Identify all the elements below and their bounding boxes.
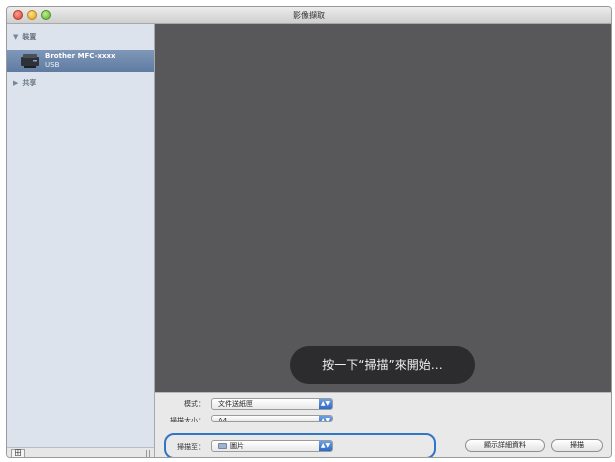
- disclosure-triangle-icon[interactable]: ▼: [13, 33, 18, 41]
- image-capture-window: 影像擷取 ▼ 裝置 Brother MFC-xxxx USB ▶ 共享 田 按一下“…: [6, 6, 612, 458]
- size-popup[interactable]: A4 ▲▼: [211, 415, 333, 422]
- scan-to-label: 掃描至：: [177, 443, 205, 451]
- scan-preview-area: 按一下“掃描”來開始…: [155, 24, 611, 392]
- popup-arrows-icon: ▲▼: [319, 416, 332, 421]
- device-connection: USB: [45, 61, 60, 69]
- scan-to-popup[interactable]: 圖片 ▲▼: [211, 440, 333, 452]
- size-label: 掃描大小：: [170, 417, 205, 422]
- section-label: 共享: [22, 79, 37, 87]
- sidebar-section-devices[interactable]: ▼ 裝置: [13, 32, 36, 42]
- scan-to-value: 圖片: [230, 442, 244, 450]
- show-details-button[interactable]: 顯示詳細資料: [465, 439, 545, 452]
- sidebar-action-button[interactable]: 田: [11, 449, 25, 457]
- device-name: Brother MFC-xxxx: [45, 52, 116, 60]
- scan-button[interactable]: 掃描: [551, 439, 603, 452]
- disclosure-triangle-icon[interactable]: ▶: [13, 79, 18, 87]
- window-title: 影像擷取: [293, 11, 325, 20]
- mode-value: 文件送紙匣: [218, 400, 253, 408]
- sidebar-item-device[interactable]: Brother MFC-xxxx USB: [7, 50, 154, 72]
- scan-controls: 模式： 文件送紙匣 ▲▼ 掃描大小： A4 ▲▼ 掃描至： 圖片 ▲▼ 顯示詳細…: [155, 392, 611, 457]
- popup-arrows-icon: ▲▼: [319, 441, 332, 451]
- title-bar: 影像擷取: [7, 7, 611, 24]
- sidebar-section-shared[interactable]: ▶ 共享: [13, 78, 36, 88]
- folder-icon: [218, 443, 227, 449]
- mode-label: 模式：: [184, 400, 205, 408]
- size-value: A4: [218, 417, 228, 422]
- mode-popup[interactable]: 文件送紙匣 ▲▼: [211, 398, 333, 410]
- scanner-icon: [21, 54, 39, 68]
- resize-grip-icon[interactable]: [146, 450, 150, 457]
- popup-arrows-icon: ▲▼: [319, 399, 332, 409]
- start-scan-hint: 按一下“掃描”來開始…: [290, 346, 475, 384]
- sidebar-footer: 田: [7, 447, 154, 457]
- sidebar: ▼ 裝置 Brother MFC-xxxx USB ▶ 共享 田: [7, 24, 155, 457]
- section-label: 裝置: [22, 33, 37, 41]
